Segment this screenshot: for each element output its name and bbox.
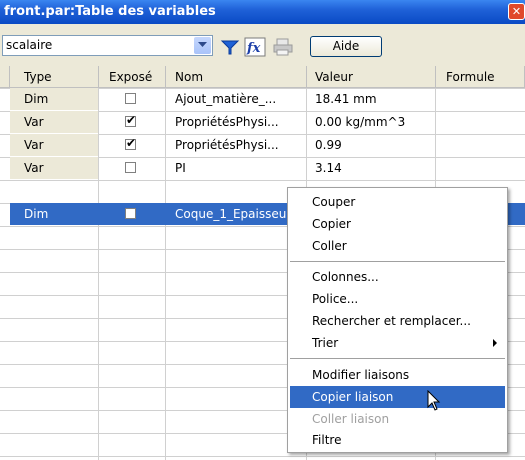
funnel-icon[interactable] bbox=[220, 37, 240, 57]
type-cell[interactable]: Dim bbox=[10, 88, 98, 110]
menu-item-sort-label: Trier bbox=[312, 336, 339, 350]
menu-item-copy-link[interactable]: Copier liaison bbox=[290, 386, 505, 408]
type-cell[interactable]: Var bbox=[10, 111, 98, 133]
menu-item-paste-link: Coller liaison bbox=[312, 412, 390, 426]
menu-item-columns[interactable]: Colonnes... bbox=[290, 266, 505, 288]
menu-item-edit-links[interactable]: Modifier liaisons bbox=[290, 364, 505, 386]
menu-item-filter[interactable]: Filtre bbox=[290, 429, 505, 451]
name-cell[interactable]: PropriétésPhysi... bbox=[175, 134, 303, 156]
chevron-down-icon[interactable] bbox=[194, 37, 211, 54]
filter-select[interactable]: scalaire bbox=[2, 35, 213, 56]
submenu-arrow-icon bbox=[493, 339, 497, 347]
svg-text:fx: fx bbox=[246, 41, 261, 56]
type-cell[interactable]: Var bbox=[10, 157, 98, 179]
mouse-cursor-icon bbox=[427, 389, 443, 415]
value-cell[interactable]: 3.14 bbox=[315, 157, 433, 179]
exposed-checkbox[interactable] bbox=[125, 136, 136, 150]
menu-item-sort[interactable]: Trier bbox=[290, 332, 505, 354]
toolbar: scalaire fx Aide bbox=[0, 24, 525, 66]
type-cell[interactable]: Dim bbox=[20, 203, 98, 225]
menu-item-copy[interactable]: Copier bbox=[290, 213, 505, 235]
value-cell[interactable]: 18.41 mm bbox=[315, 88, 433, 110]
help-button[interactable]: Aide bbox=[310, 36, 382, 57]
header-name[interactable]: Nom bbox=[166, 66, 307, 88]
exposed-checkbox[interactable] bbox=[125, 162, 136, 173]
header-exposed[interactable]: Exposé bbox=[99, 66, 166, 88]
exposed-checkbox[interactable] bbox=[125, 113, 136, 127]
menu-item-paste[interactable]: Coller bbox=[290, 235, 505, 257]
value-cell[interactable]: 0.00 kg/mm^3 bbox=[315, 111, 433, 133]
type-cell[interactable]: Var bbox=[10, 134, 98, 156]
name-cell[interactable]: Coque_1_Epaisseur bbox=[175, 203, 295, 225]
menu-item-font[interactable]: Police... bbox=[290, 288, 505, 310]
title-bar[interactable]: front.par:Table des variables ✕ bbox=[0, 0, 525, 24]
fx-icon[interactable]: fx bbox=[244, 37, 266, 57]
header-type[interactable]: Type bbox=[10, 66, 99, 88]
header-formula[interactable]: Formule bbox=[436, 66, 525, 88]
header-value[interactable]: Valeur bbox=[307, 66, 436, 88]
menu-separator bbox=[290, 358, 505, 359]
menu-item-cut[interactable]: Couper bbox=[290, 191, 505, 213]
variable-table-window: front.par:Table des variables ✕ scalaire… bbox=[0, 0, 525, 460]
context-menu: Couper Copier Coller Colonnes... Police.… bbox=[287, 187, 508, 453]
header-corner bbox=[0, 66, 10, 88]
filter-select-value: scalaire bbox=[6, 38, 53, 52]
menu-item-find-replace[interactable]: Rechercher et remplacer... bbox=[290, 310, 505, 332]
menu-separator bbox=[290, 261, 505, 262]
value-cell[interactable]: 0.99 bbox=[315, 134, 433, 156]
exposed-checkbox[interactable] bbox=[125, 93, 136, 104]
name-cell[interactable]: Ajout_matière_... bbox=[175, 88, 303, 110]
print-icon[interactable] bbox=[272, 37, 293, 57]
exposed-checkbox[interactable] bbox=[125, 208, 136, 219]
close-button[interactable]: ✕ bbox=[508, 3, 525, 20]
name-cell[interactable]: PI bbox=[175, 157, 303, 179]
name-cell[interactable]: PropriétésPhysi... bbox=[175, 111, 303, 133]
window-title: front.par:Table des variables bbox=[4, 4, 216, 19]
